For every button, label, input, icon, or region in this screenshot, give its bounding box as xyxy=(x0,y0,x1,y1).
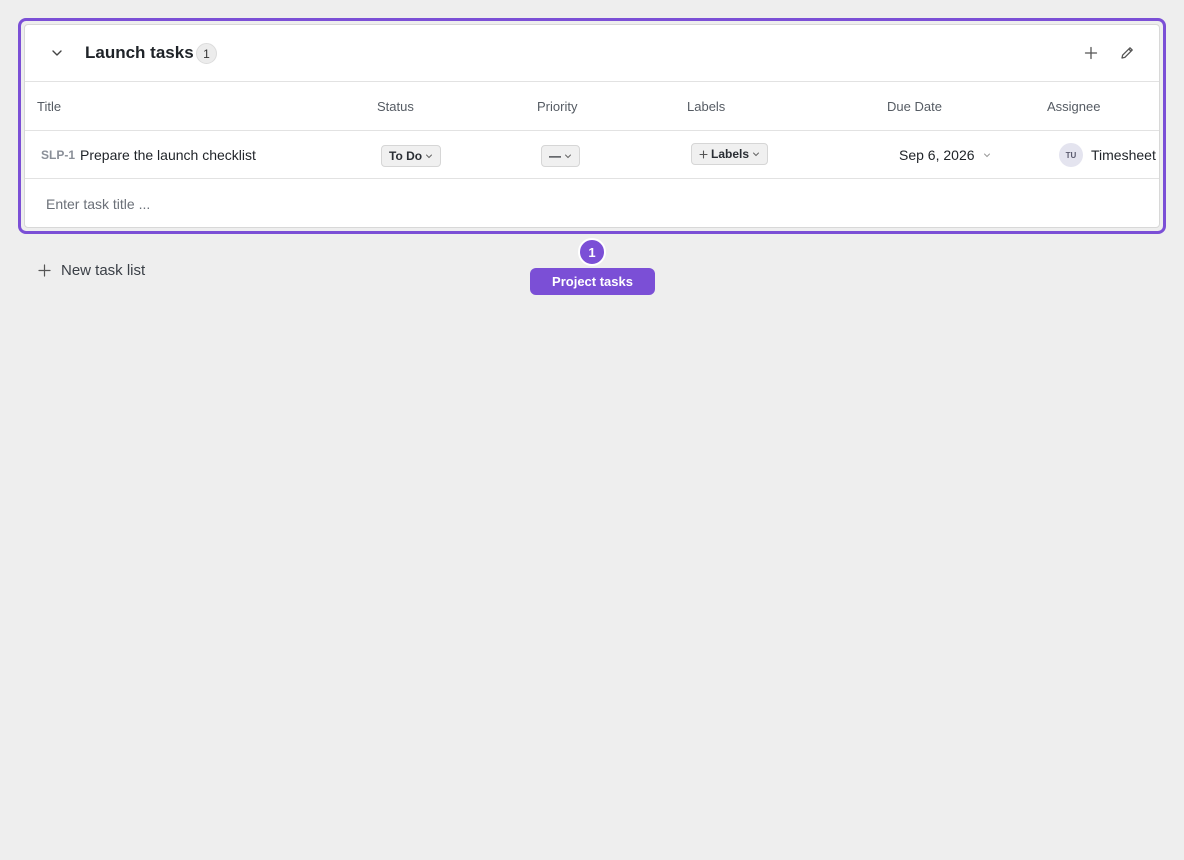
tour-step-badge: 1 xyxy=(578,238,606,266)
task-list-header: Launch tasks 1 xyxy=(25,25,1159,82)
column-header-row: Title Status Priority Labels Due Date As… xyxy=(25,82,1159,131)
task-count-badge: 1 xyxy=(196,43,217,64)
new-task-input[interactable] xyxy=(46,193,546,215)
add-task-button[interactable] xyxy=(1081,43,1101,63)
chevron-down-icon xyxy=(426,154,433,159)
column-header-title[interactable]: Title xyxy=(37,99,61,114)
column-header-assignee[interactable]: Assignee xyxy=(1047,99,1100,114)
chevron-down-icon xyxy=(52,50,62,56)
column-header-labels[interactable]: Labels xyxy=(687,99,725,114)
task-list-card: Launch tasks 1 Title Status Priority Lab… xyxy=(24,24,1160,228)
assignee-name: Timesheet xyxy=(1091,147,1156,163)
chevron-down-icon xyxy=(983,153,990,158)
status-dropdown[interactable]: To Do xyxy=(381,145,442,167)
status-value: To Do xyxy=(389,149,423,163)
chevron-down-icon xyxy=(753,152,760,157)
task-list-title: Launch tasks xyxy=(85,43,194,62)
due-date-value: Sep 6, 2026 xyxy=(899,147,975,163)
column-header-due-date[interactable]: Due Date xyxy=(887,99,942,114)
chevron-down-icon xyxy=(565,154,571,159)
column-header-status[interactable]: Status xyxy=(377,99,414,114)
assignee-picker[interactable]: TU Timesheet xyxy=(1059,143,1156,167)
priority-value: — xyxy=(549,149,561,163)
due-date-picker[interactable]: Sep 6, 2026 xyxy=(899,147,991,163)
edit-list-button[interactable] xyxy=(1117,43,1137,63)
column-header-priority[interactable]: Priority xyxy=(537,99,577,114)
task-title[interactable]: Prepare the launch checklist xyxy=(80,147,256,163)
priority-dropdown[interactable]: — xyxy=(541,145,580,167)
pencil-icon xyxy=(1121,47,1133,59)
plus-icon xyxy=(1084,46,1098,60)
new-task-list-label: New task list xyxy=(61,262,146,279)
new-task-list-button[interactable]: New task list xyxy=(38,262,145,279)
task-key[interactable]: SLP-1 xyxy=(41,148,75,162)
collapse-button[interactable] xyxy=(47,43,67,63)
avatar: TU xyxy=(1059,143,1083,167)
tour-tooltip-label: Project tasks xyxy=(530,268,655,295)
plus-icon xyxy=(699,149,708,159)
table-row[interactable]: SLP-1 Prepare the launch checklist To Do… xyxy=(25,131,1159,179)
labels-value: Labels xyxy=(711,147,750,161)
plus-icon xyxy=(38,264,51,277)
labels-dropdown[interactable]: Labels xyxy=(691,143,769,165)
